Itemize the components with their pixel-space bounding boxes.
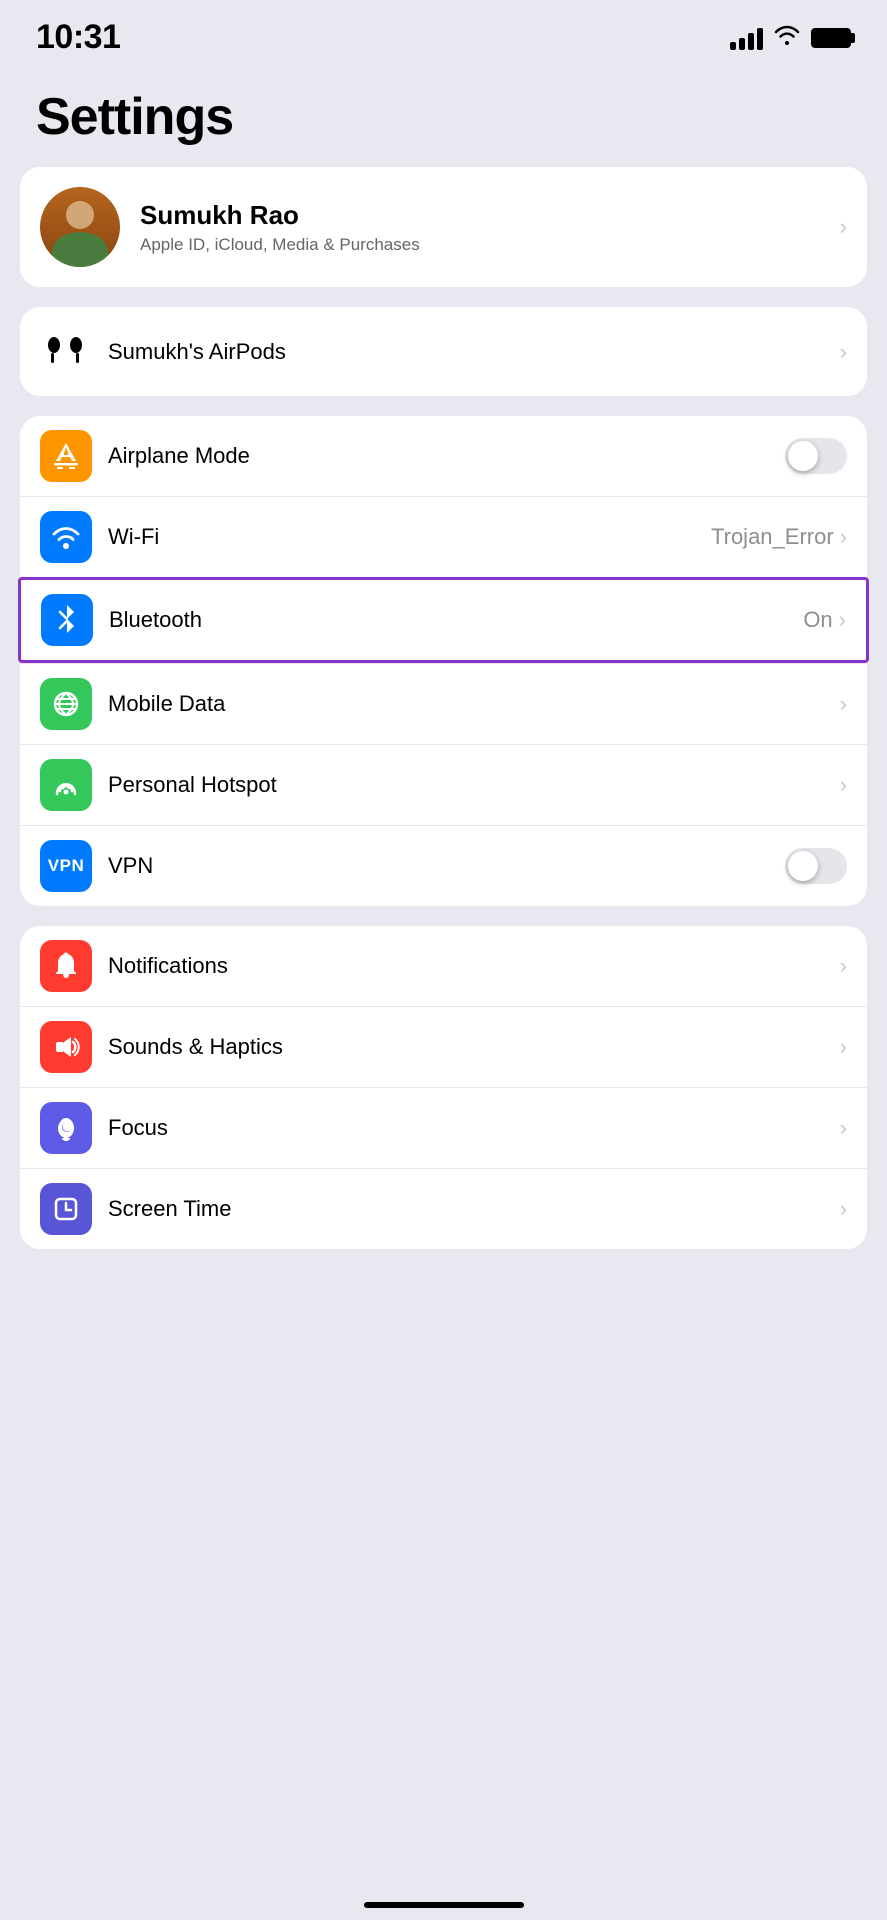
airplane-mode-icon [40, 430, 92, 482]
status-bar: 10:31 [0, 0, 887, 67]
signal-icon [730, 26, 763, 50]
profile-chevron: › [840, 214, 847, 240]
airpods-section: Sumukh's AirPods › [20, 307, 867, 396]
sounds-haptics-row[interactable]: Sounds & Haptics › [20, 1006, 867, 1087]
focus-icon [40, 1102, 92, 1154]
personal-hotspot-label: Personal Hotspot [108, 772, 824, 798]
screen-time-icon [40, 1183, 92, 1235]
profile-info: Sumukh Rao Apple ID, iCloud, Media & Pur… [140, 200, 820, 255]
personal-hotspot-chevron: › [840, 772, 847, 798]
notifications-label: Notifications [108, 953, 824, 979]
profile-section: Sumukh Rao Apple ID, iCloud, Media & Pur… [20, 167, 867, 287]
focus-chevron: › [840, 1115, 847, 1141]
airplane-mode-toggle[interactable] [785, 438, 847, 474]
screen-time-chevron: › [840, 1196, 847, 1222]
airpods-row[interactable]: Sumukh's AirPods › [20, 307, 867, 396]
bluetooth-label: Bluetooth [109, 607, 787, 633]
profile-name: Sumukh Rao [140, 200, 820, 231]
notifications-chevron: › [840, 953, 847, 979]
mobile-data-row[interactable]: Mobile Data › [20, 663, 867, 744]
personal-hotspot-row[interactable]: Personal Hotspot › [20, 744, 867, 825]
wifi-icon [40, 511, 92, 563]
airplane-mode-row[interactable]: Airplane Mode [20, 416, 867, 496]
mobile-data-chevron: › [840, 691, 847, 717]
profile-row[interactable]: Sumukh Rao Apple ID, iCloud, Media & Pur… [20, 167, 867, 287]
bluetooth-icon [41, 594, 93, 646]
avatar [40, 187, 120, 267]
wifi-row[interactable]: Wi-Fi Trojan_Error › [20, 496, 867, 577]
focus-label: Focus [108, 1115, 824, 1141]
focus-row[interactable]: Focus › [20, 1087, 867, 1168]
sounds-haptics-icon [40, 1021, 92, 1073]
connectivity-section: Airplane Mode Wi-Fi Trojan_Error › [20, 416, 867, 906]
battery-icon [811, 28, 851, 48]
profile-subtitle: Apple ID, iCloud, Media & Purchases [140, 235, 820, 255]
bluetooth-container: Bluetooth On › [20, 577, 867, 663]
page-title: Settings [0, 67, 887, 167]
wifi-label: Wi-Fi [108, 524, 695, 550]
screen-time-label: Screen Time [108, 1196, 824, 1222]
mobile-data-icon [40, 678, 92, 730]
sounds-haptics-chevron: › [840, 1034, 847, 1060]
personal-hotspot-icon [40, 759, 92, 811]
airpods-label: Sumukh's AirPods [108, 339, 822, 365]
airpods-icon [40, 325, 90, 378]
home-indicator [364, 1902, 524, 1908]
vpn-label: VPN [108, 853, 769, 879]
vpn-row[interactable]: VPN VPN [20, 825, 867, 906]
wifi-value: Trojan_Error › [711, 524, 847, 550]
bluetooth-row[interactable]: Bluetooth On › [18, 577, 869, 663]
status-time: 10:31 [36, 18, 120, 57]
vpn-toggle[interactable] [785, 848, 847, 884]
vpn-icon: VPN [40, 840, 92, 892]
sounds-haptics-label: Sounds & Haptics [108, 1034, 824, 1060]
mobile-data-label: Mobile Data [108, 691, 824, 717]
screen-time-row[interactable]: Screen Time › [20, 1168, 867, 1249]
wifi-status-icon [773, 24, 801, 52]
notifications-row[interactable]: Notifications › [20, 926, 867, 1006]
airplane-mode-label: Airplane Mode [108, 443, 769, 469]
airpods-chevron: › [840, 339, 847, 365]
notifications-icon [40, 940, 92, 992]
bluetooth-value: On › [803, 607, 846, 633]
general-section: Notifications › Sounds & Haptics › [20, 926, 867, 1249]
vpn-badge-label: VPN [40, 852, 92, 880]
status-icons [730, 24, 851, 52]
